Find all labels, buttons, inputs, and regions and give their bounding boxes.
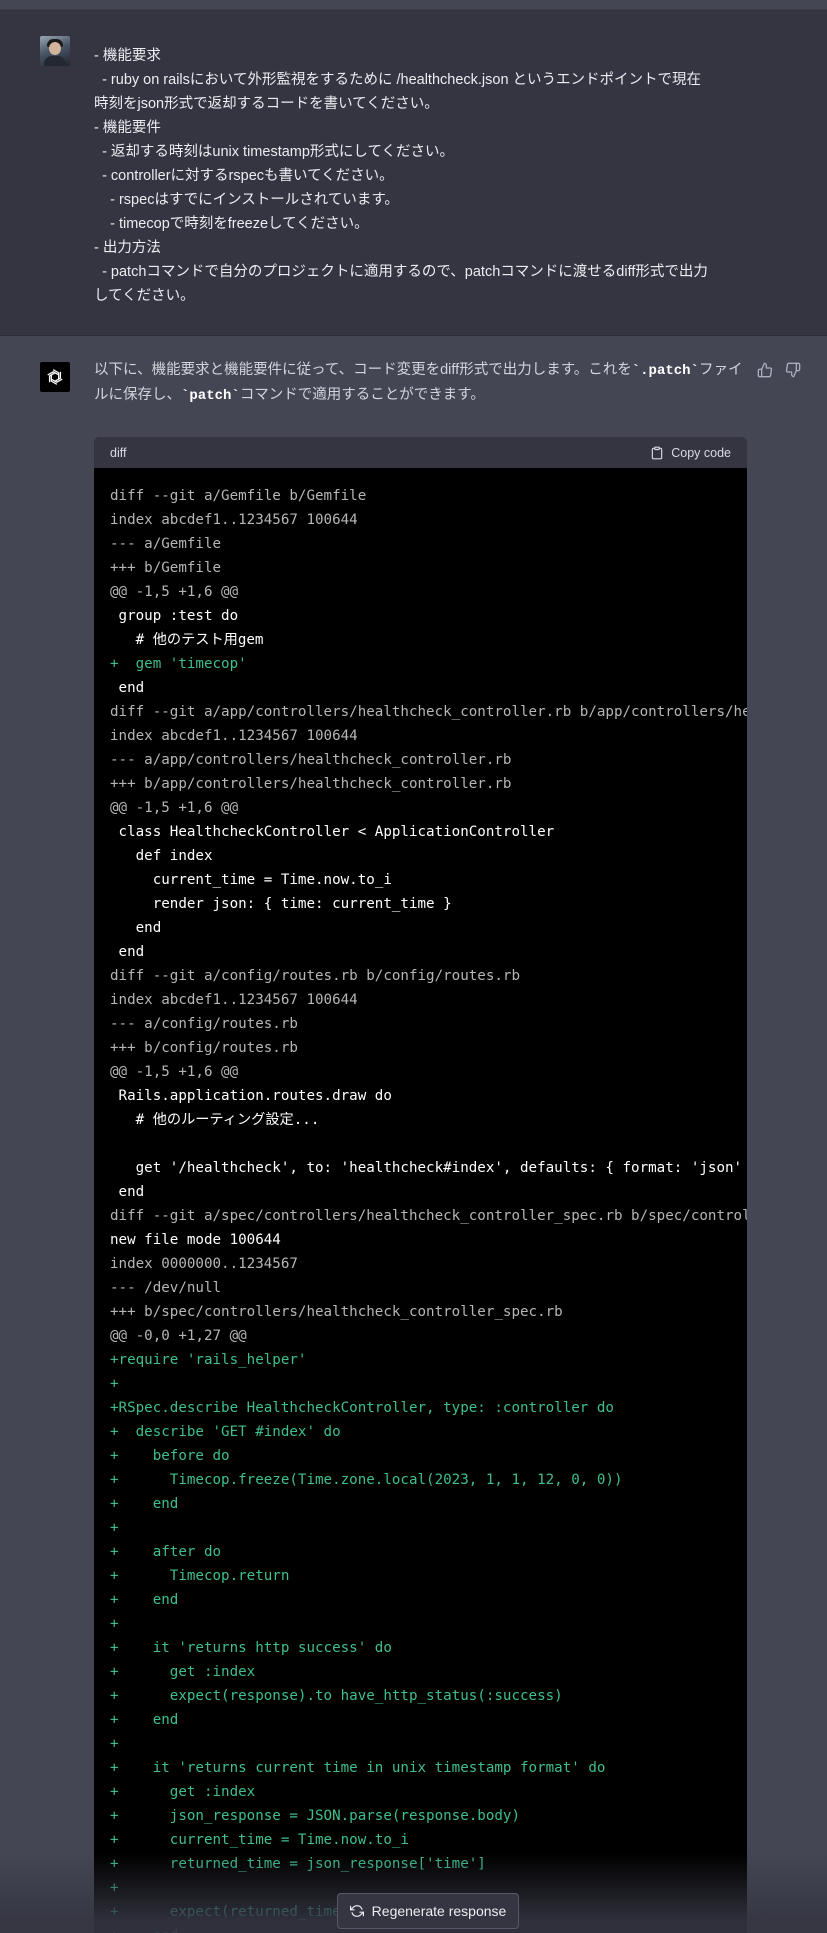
code-line: end [110, 920, 162, 936]
intro-text-part-1: 以下に、機能要求と機能要件に従って、コード変更をdiff形式で出力します。これを [94, 362, 632, 378]
code-language-label: diff [110, 445, 127, 460]
user-message-line: - 機能要件 [94, 120, 161, 136]
code-line: new file mode 100644 [110, 1232, 281, 1248]
code-line: --- a/Gemfile [110, 536, 222, 552]
regenerate-label: Regenerate response [371, 1903, 507, 1919]
code-line: + get :index [110, 1784, 256, 1800]
user-message: - 機能要求 - ruby on railsにおいて外形監視をするために /he… [0, 10, 827, 336]
code-line: --- a/app/controllers/healthcheck_contro… [110, 752, 512, 768]
user-avatar [40, 36, 70, 66]
code-line: + end [110, 1712, 179, 1728]
code-line: + it 'returns http success' do [110, 1640, 392, 1656]
thumbs-up-icon[interactable] [757, 362, 773, 378]
intro-code-1: `.patch` [631, 363, 699, 379]
code-line: get '/healthcheck', to: 'healthcheck#ind… [110, 1160, 747, 1176]
assistant-intro-text: 以下に、機能要求と機能要件に従って、コード変更をdiff形式で出力します。これを… [94, 358, 754, 408]
code-line: end [110, 944, 145, 960]
code-line: class HealthcheckController < Applicatio… [110, 824, 555, 840]
code-line: + end [110, 1496, 179, 1512]
intro-text-part-3: コマンドで適用することができます。 [239, 387, 485, 403]
regenerate-response-button[interactable]: Regenerate response [337, 1893, 519, 1929]
code-line: + returned_time = json_response['time'] [110, 1856, 486, 1872]
code-line: + gem 'timecop' [110, 656, 247, 672]
code-line: group :test do [110, 608, 239, 624]
code-line: def index [110, 848, 213, 864]
code-line: + before do [110, 1448, 230, 1464]
feedback-buttons [757, 362, 801, 378]
code-line: index abcdef1..1234567 100644 [110, 728, 358, 744]
chatgpt-logo-icon [40, 362, 70, 392]
code-line: @@ -0,0 +1,27 @@ [110, 1328, 247, 1344]
code-line: + end [110, 1592, 179, 1608]
code-line: + expect(response).to have_http_status(:… [110, 1688, 563, 1704]
code-line: diff --git a/Gemfile b/Gemfile [110, 488, 367, 504]
code-line: + [110, 1376, 119, 1392]
code-line: +require 'rails_helper' [110, 1352, 307, 1368]
code-line: index abcdef1..1234567 100644 [110, 512, 358, 528]
copy-code-label: Copy code [671, 445, 731, 460]
user-message-line: してください。 [94, 288, 195, 304]
code-line: +++ b/app/controllers/healthcheck_contro… [110, 776, 512, 792]
code-line: end [110, 1184, 145, 1200]
copy-code-button[interactable]: Copy code [650, 446, 731, 460]
code-block-header: diff Copy code [94, 437, 747, 468]
refresh-icon [349, 1905, 364, 1917]
user-message-line: - 返却する時刻はunix timestamp形式にしてください。 [94, 144, 455, 160]
code-line: + current_time = Time.now.to_i [110, 1832, 409, 1848]
user-message-line: - 機能要求 [94, 48, 161, 64]
intro-code-2: `patch` [181, 388, 240, 404]
code-content: diff --git a/Gemfile b/Gemfile index abcd… [94, 468, 747, 1933]
code-line: + [110, 1616, 119, 1632]
code-line: + it 'returns current time in unix times… [110, 1760, 606, 1776]
code-line: render json: { time: current_time } [110, 896, 452, 912]
user-message-text: - 機能要求 - ruby on railsにおいて外形監視をするために /he… [94, 44, 744, 308]
code-line: # 他のルーティング設定... [110, 1112, 320, 1128]
code-line: current_time = Time.now.to_i [110, 872, 392, 888]
code-line: # 他のテスト用gem [110, 632, 264, 648]
user-message-line: - ruby on railsにおいて外形監視をするために /healthche… [94, 72, 702, 88]
thumbs-down-icon[interactable] [785, 362, 801, 378]
code-line: diff --git a/app/controllers/healthcheck… [110, 704, 747, 720]
code-line: @@ -1,5 +1,6 @@ [110, 800, 239, 816]
code-line: +++ b/config/routes.rb [110, 1040, 298, 1056]
code-line: Rails.application.routes.draw do [110, 1088, 392, 1104]
code-line: + [110, 1520, 119, 1536]
code-line: --- /dev/null [110, 1280, 222, 1296]
code-line: +++ b/spec/controllers/healthcheck_contr… [110, 1304, 563, 1320]
user-message-line: 時刻をjson形式で返却するコードを書いてください。 [94, 96, 439, 112]
code-line: + after do [110, 1544, 222, 1560]
code-block: diff Copy code diff --git a/Gemfile b/Ge… [94, 437, 747, 1933]
code-line: + Timecop.freeze(Time.zone.local(2023, 1… [110, 1472, 623, 1488]
user-message-line: - rspecはすでにインストールされています。 [94, 192, 399, 208]
code-line: index 0000000..1234567 [110, 1256, 298, 1272]
code-line: +RSpec.describe HealthcheckController, t… [110, 1400, 614, 1416]
code-line: diff --git a/config/routes.rb b/config/r… [110, 968, 520, 984]
code-line: + get :index [110, 1664, 256, 1680]
user-message-line: - controllerに対するrspecも書いてください。 [94, 168, 394, 184]
assistant-message: 以下に、機能要求と機能要件に従って、コード変更をdiff形式で出力します。これを… [0, 336, 827, 1933]
user-message-line: - 出力方法 [94, 240, 161, 256]
code-line: + [110, 1736, 119, 1752]
user-message-line: - timecopで時刻をfreezeしてください。 [94, 216, 369, 232]
code-line: @@ -1,5 +1,6 @@ [110, 584, 239, 600]
code-line: --- a/config/routes.rb [110, 1016, 298, 1032]
code-line: + json_response = JSON.parse(response.bo… [110, 1808, 520, 1824]
code-line: + Timecop.return [110, 1568, 290, 1584]
code-line: diff --git a/spec/controllers/healthchec… [110, 1208, 747, 1224]
code-line: index abcdef1..1234567 100644 [110, 992, 358, 1008]
code-line: @@ -1,5 +1,6 @@ [110, 1064, 239, 1080]
code-line: + describe 'GET #index' do [110, 1424, 341, 1440]
code-line: +++ b/Gemfile [110, 560, 222, 576]
user-message-line: - patchコマンドで自分のプロジェクトに適用するので、patchコマンドに渡… [94, 264, 708, 280]
code-line: end [110, 680, 145, 696]
top-bar [0, 0, 827, 10]
clipboard-icon [651, 446, 663, 459]
